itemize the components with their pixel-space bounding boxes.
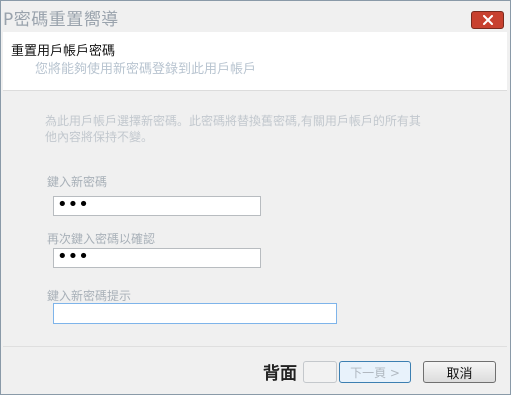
close-icon [482, 15, 494, 25]
back-button-label[interactable]: 背面 [263, 359, 297, 384]
cancel-button-label: 取消 [446, 366, 473, 382]
close-button[interactable] [471, 11, 504, 29]
password-hint-input[interactable] [53, 303, 337, 324]
next-button-label: 下一頁 > [350, 365, 400, 380]
next-button[interactable]: 下一頁 > [339, 361, 411, 383]
password-hint-label: 鍵入新密碼提示 [47, 289, 132, 303]
window-title: P密碼重置嚮導 [3, 10, 119, 30]
confirm-password-label: 再次鍵入密碼以確認 [47, 232, 156, 246]
cancel-button[interactable]: 取消 [423, 361, 496, 383]
header-subtitle: 您將能夠使用新密碼登錄到此用戶帳戶 [35, 62, 257, 77]
new-password-input[interactable]: ••• [53, 196, 261, 216]
description-text: 為此用戶帳戶選擇新密碼。此密碼將替換舊密碼,有關用戶帳戶的所有其他內容將保持不變… [45, 114, 421, 144]
confirm-password-input[interactable]: ••• [53, 248, 261, 268]
header-title: 重置用戶帳戶密碼 [11, 44, 116, 59]
header-panel: 重置用戶帳戶密碼 您將能夠使用新密碼登錄到此用戶帳戶 [3, 32, 507, 91]
title-bar[interactable]: P密碼重置嚮導 [1, 1, 510, 31]
back-button[interactable] [303, 361, 337, 383]
new-password-label: 鍵入新密碼 [47, 175, 108, 189]
wizard-window: P密碼重置嚮導 重置用戶帳戶密碼 您將能夠使用新密碼登錄到此用戶帳戶 為此用戶帳… [0, 0, 511, 395]
